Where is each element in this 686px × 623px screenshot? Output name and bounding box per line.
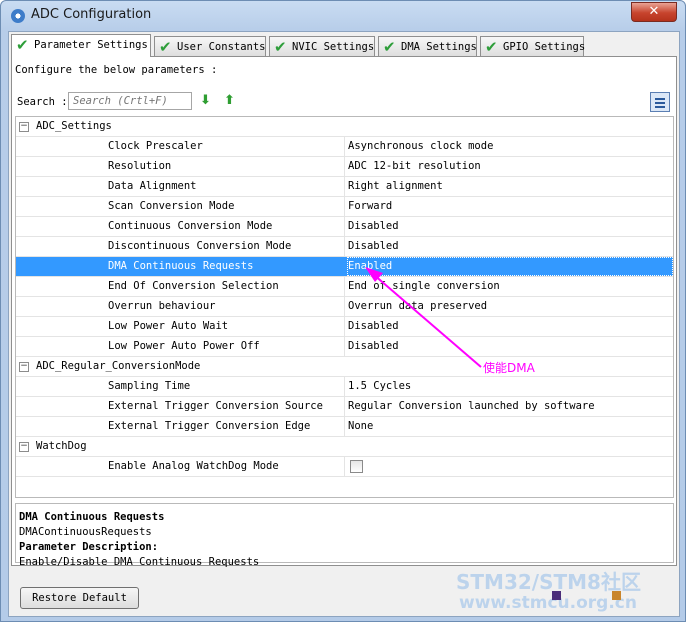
- tab-parameter-settings[interactable]: ✔ Parameter Settings: [11, 34, 151, 57]
- adc-configuration-window: ADC Configuration ✕ ✔ Parameter Settings …: [0, 0, 686, 622]
- check-icon: ✔: [16, 36, 29, 54]
- annotation-label: 使能DMA: [483, 361, 535, 375]
- watermark-square: [612, 591, 621, 600]
- watermark-line2: www.stmcu.org.cn: [459, 593, 637, 613]
- annotation-arrow-icon: [365, 267, 482, 368]
- watermark-square: [552, 591, 561, 600]
